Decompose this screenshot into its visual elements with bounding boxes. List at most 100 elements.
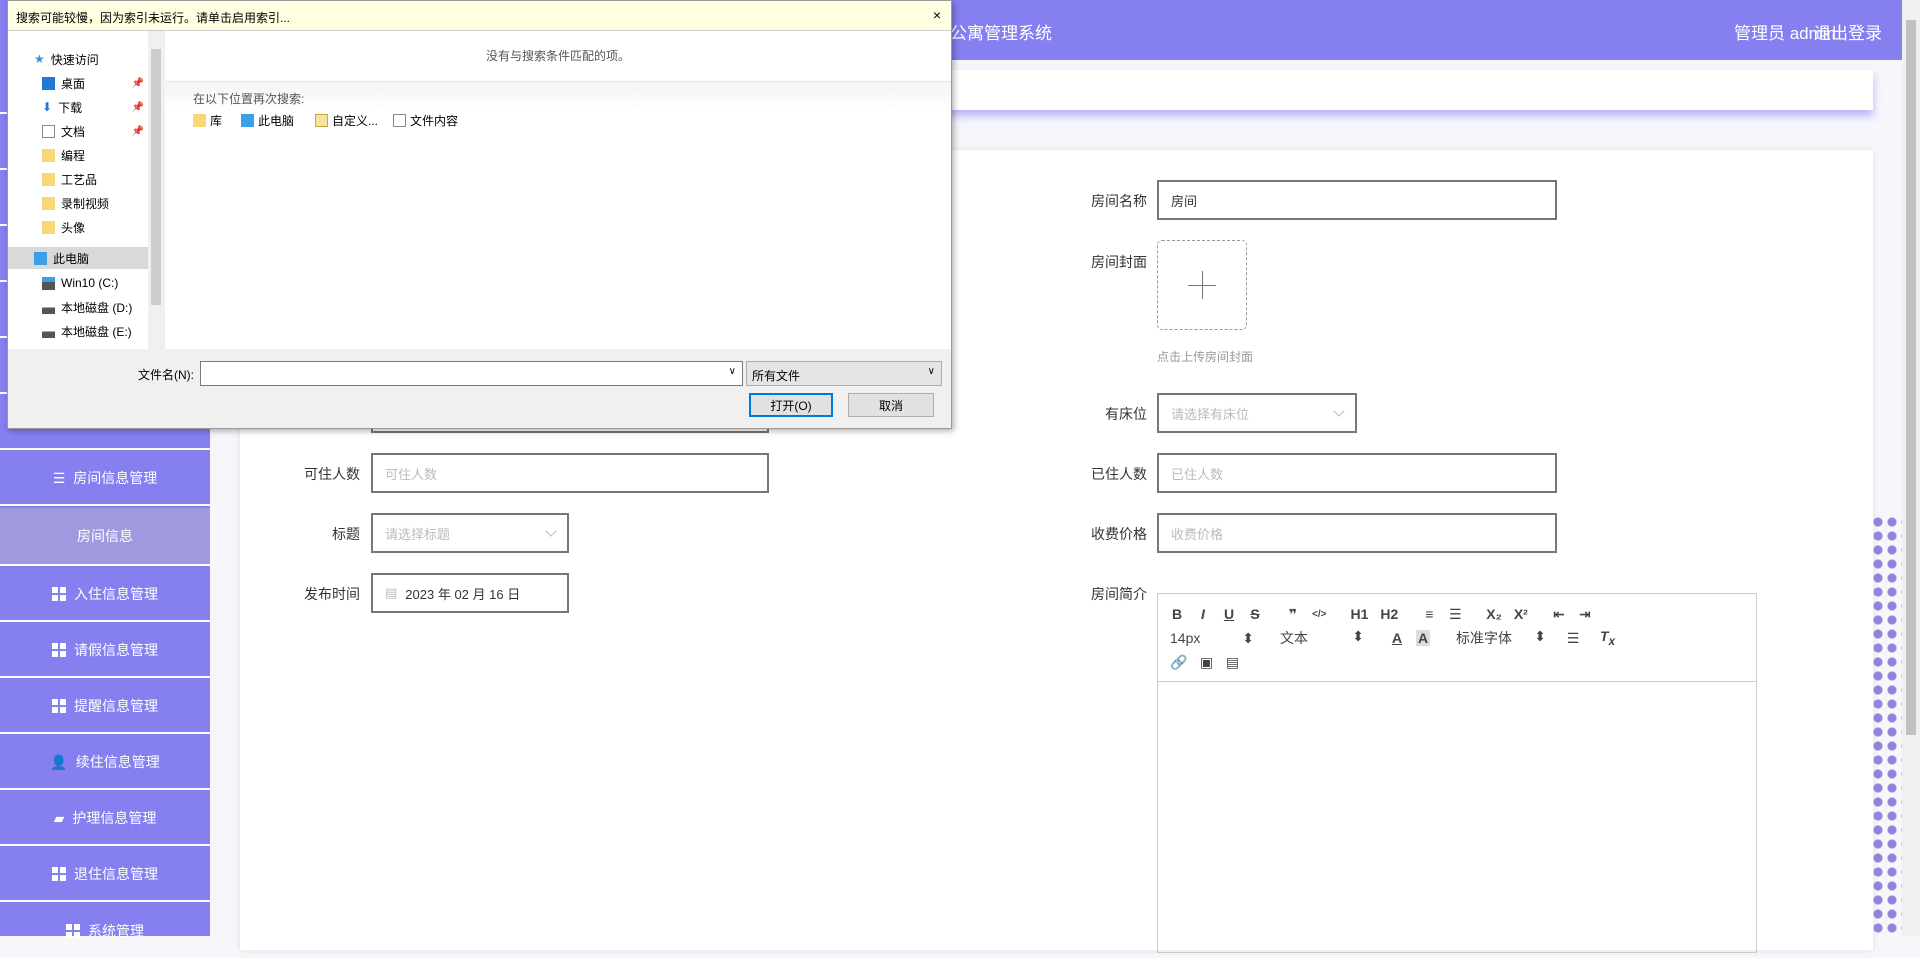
filename-label: 文件名(N): xyxy=(138,368,194,382)
nav-folder[interactable]: 头像 xyxy=(8,216,148,238)
has-bed-select[interactable]: 请选择有床位 xyxy=(1157,393,1357,433)
sidebar-item-checkout[interactable]: 退住信息管理 xyxy=(0,848,210,902)
index-warning-bar[interactable]: 搜索可能较慢，因为索引未运行。请单击启用索引... × xyxy=(8,1,951,31)
navigation-pane: ★ 快速访问 桌面 📌 ⬇ 下载 📌 文档 📌 编程 工艺品 录制视频 头像 此电脑 Wi… xyxy=(8,31,148,349)
cancel-button[interactable]: 取消 xyxy=(848,393,934,417)
bold-button[interactable]: B xyxy=(1170,606,1184,622)
plus-icon-bar xyxy=(1188,285,1216,286)
no-results-message: 没有与搜索条件匹配的项。 xyxy=(485,49,630,63)
sidebar-item-room-management[interactable]: ☰ 房间信息管理 xyxy=(0,452,210,506)
scrollbar-thumb[interactable] xyxy=(151,49,161,305)
nav-documents[interactable]: 文档 📌 xyxy=(8,120,148,142)
search-custom[interactable]: 自定义... xyxy=(315,112,378,129)
bullet-list-button[interactable]: ☰ xyxy=(1448,606,1462,623)
room-name-label: 房间名称 xyxy=(1091,193,1147,209)
nav-scrollbar[interactable] xyxy=(148,31,164,349)
video-icon[interactable]: ▤ xyxy=(1225,654,1239,671)
underline-button[interactable]: U xyxy=(1222,606,1236,622)
subscript-button[interactable]: X₂ xyxy=(1486,606,1502,622)
clear-format-icon[interactable]: Tx xyxy=(1600,628,1615,648)
cover-upload-hint: 点击上传房间封面 xyxy=(1157,350,1254,364)
intro-label: 房间简介 xyxy=(1091,586,1147,602)
italic-button[interactable]: I xyxy=(1196,606,1210,622)
sidebar-item-renewal[interactable]: 👤 续住信息管理 xyxy=(0,736,210,790)
nav-folder[interactable]: 编程 xyxy=(8,144,148,166)
font-size-select[interactable]: 14px ⬍ xyxy=(1170,630,1254,647)
background-color-icon[interactable]: A xyxy=(1416,630,1430,646)
search-library[interactable]: 库 xyxy=(193,112,222,129)
sidebar-item-nursing[interactable]: ▰ 护理信息管理 xyxy=(0,792,210,846)
grid-icon xyxy=(52,867,66,881)
user-icon: 👤 xyxy=(50,753,68,770)
h2-button[interactable]: H2 xyxy=(1380,606,1398,622)
font-color-icon[interactable]: A xyxy=(1390,630,1404,646)
pin-icon: 📌 xyxy=(131,77,144,89)
nav-downloads[interactable]: ⬇ 下载 📌 xyxy=(8,96,148,118)
nav-folder[interactable]: 录制视频 xyxy=(8,192,148,214)
pin-icon: 📌 xyxy=(131,125,144,137)
page-scrollbar[interactable] xyxy=(1902,0,1920,936)
sidebar-item-room-info[interactable]: 房间信息 xyxy=(0,508,210,566)
library-icon xyxy=(193,114,206,127)
nav-drive-e[interactable]: 本地磁盘 (E:) xyxy=(8,320,148,342)
ordered-list-button[interactable]: ≡ xyxy=(1422,606,1436,622)
close-icon[interactable]: × xyxy=(933,7,941,23)
cover-upload-button[interactable] xyxy=(1157,240,1247,330)
sidebar-item-reminder[interactable]: 提醒信息管理 xyxy=(0,680,210,734)
indent-button[interactable]: ⇥ xyxy=(1578,606,1592,623)
room-name-input[interactable]: 房间 xyxy=(1157,180,1557,220)
file-open-dialog: 搜索可能较慢，因为索引未运行。请单击启用索引... × ★ 快速访问 桌面 📌 ⬇ 下… xyxy=(7,0,952,429)
nav-this-pc[interactable]: 此电脑 xyxy=(8,247,148,269)
superscript-button[interactable]: X² xyxy=(1514,606,1528,622)
room-cover-label: 房间封面 xyxy=(1091,254,1147,270)
rich-text-editor: B I U S ❞ </> H1 H2 ≡ ☰ X₂ X² ⇤ ⇥ 14px ⬍ … xyxy=(1157,593,1757,953)
nav-drive-d[interactable]: 本地磁盘 (D:) xyxy=(8,296,148,318)
search-this-pc[interactable]: 此电脑 xyxy=(241,112,294,129)
nav-desktop[interactable]: 桌面 📌 xyxy=(8,72,148,94)
blockquote-button[interactable]: ❞ xyxy=(1286,606,1300,623)
chevron-down-icon xyxy=(1333,405,1345,417)
sidebar-item-checkin[interactable]: 入住信息管理 xyxy=(0,568,210,622)
editor-toolbar: B I U S ❞ </> H1 H2 ≡ ☰ X₂ X² ⇤ ⇥ 14px ⬍ … xyxy=(1158,594,1756,682)
search-file-contents[interactable]: 文件内容 xyxy=(393,112,458,129)
sidebar-item-leave[interactable]: 请假信息管理 xyxy=(0,624,210,678)
nav-drive-c[interactable]: Win10 (C:) xyxy=(8,272,148,294)
paragraph-select[interactable]: 文本 ⬍ xyxy=(1280,628,1364,648)
ticket-icon: ▰ xyxy=(53,809,65,826)
computer-icon xyxy=(241,114,254,127)
price-input[interactable]: 收费价格 xyxy=(1157,513,1557,553)
h1-button[interactable]: H1 xyxy=(1350,606,1368,622)
drive-icon xyxy=(42,300,55,314)
outdent-button[interactable]: ⇤ xyxy=(1552,606,1566,623)
star-icon: ★ xyxy=(34,52,45,66)
pin-icon: 📌 xyxy=(131,101,144,113)
sidebar-item-system[interactable]: 系统管理 xyxy=(0,904,210,958)
image-icon[interactable]: ▣ xyxy=(1199,654,1213,671)
price-label: 收费价格 xyxy=(1091,526,1147,542)
font-family-select[interactable]: 标准字体 ⬍ xyxy=(1456,628,1546,648)
file-type-select[interactable]: 所有文件 ∨ xyxy=(746,361,942,386)
align-icon[interactable]: ☰ xyxy=(1566,630,1580,647)
occupied-input[interactable]: 已住人数 xyxy=(1157,453,1557,493)
filename-input[interactable]: ∨ xyxy=(200,361,743,386)
title-select[interactable]: 请选择标题 xyxy=(371,513,569,553)
nav-quick-access[interactable]: ★ 快速访问 xyxy=(8,48,148,70)
scrollbar-thumb[interactable] xyxy=(1906,20,1916,735)
grid-icon xyxy=(52,699,66,713)
decorative-dots xyxy=(1871,515,1902,936)
chevron-down-icon: ∨ xyxy=(927,366,935,377)
document-icon xyxy=(393,114,406,127)
link-icon[interactable]: 🔗 xyxy=(1170,654,1187,671)
publish-time-input[interactable]: ▤ 2023 年 02 月 16 日 xyxy=(371,573,569,613)
capacity-input[interactable]: 可住人数 xyxy=(371,453,769,493)
code-button[interactable]: </> xyxy=(1312,609,1326,620)
title-label: 标题 xyxy=(332,526,360,542)
logout-link[interactable]: 退出登录 xyxy=(1814,19,1882,44)
chevron-down-icon[interactable]: ∨ xyxy=(729,366,736,377)
nav-folder[interactable]: 工艺品 xyxy=(8,168,148,190)
open-button[interactable]: 打开(O) xyxy=(749,393,833,417)
chevron-down-icon xyxy=(545,525,557,537)
table-icon xyxy=(52,643,66,657)
sort-icon: ⬍ xyxy=(1352,628,1364,644)
strike-button[interactable]: S xyxy=(1248,606,1262,622)
